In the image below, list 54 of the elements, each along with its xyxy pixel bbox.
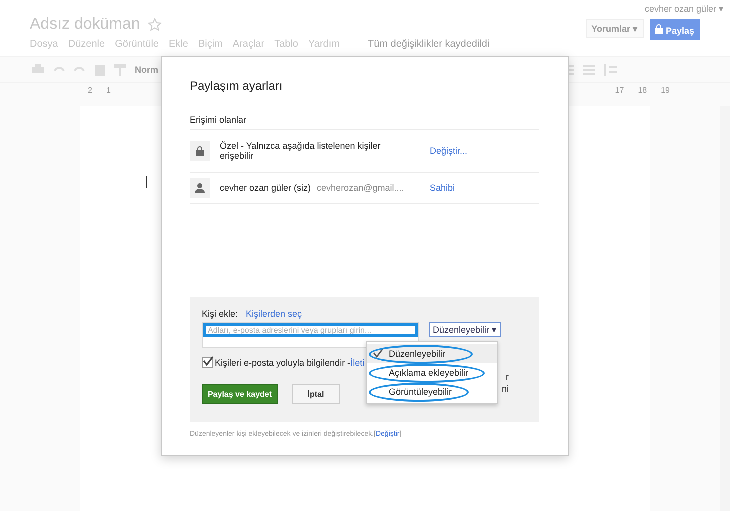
save-status: Tüm değişiklikler kaydedildi (368, 39, 490, 50)
printer-icon (32, 64, 44, 75)
permission-dropdown[interactable]: Düzenleyebilir ▾ (429, 322, 502, 337)
ruler-number: 17 (615, 86, 624, 97)
visibility-text: Özel - Yalnızca aşağıda listelenen kişiler erişebilir (220, 141, 381, 161)
menu-option[interactable]: Görüntüleyebilir (367, 382, 497, 401)
redo-icon (74, 64, 86, 74)
ruler-number: 19 (661, 86, 670, 97)
paint-roller-icon (114, 64, 126, 76)
checkmark-icon (203, 356, 214, 366)
cancel-button[interactable]: İptal (292, 384, 340, 404)
add-label: Kişi ekle: (202, 309, 238, 319)
menu-item[interactable]: Dosya (30, 39, 58, 50)
ruler-number: 18 (638, 86, 648, 97)
lock-icon (655, 24, 664, 34)
clipboard-icon (95, 64, 105, 76)
menu-item[interactable]: Görüntüle (115, 39, 159, 50)
ruler-number: 1 (106, 86, 111, 97)
share-save-button[interactable]: Paylaş ve kaydet (202, 384, 278, 404)
share-button[interactable]: Paylaş (650, 19, 700, 40)
menu-option[interactable]: Düzenleyebilir (367, 344, 497, 363)
email-text: cevherozan@gmail.... (317, 183, 404, 193)
star-icon (148, 18, 162, 32)
justify-icon (583, 64, 595, 74)
menu-item[interactable]: Biçim (198, 39, 223, 50)
comments-button[interactable]: Yorumlar ▾ (586, 19, 644, 38)
menu-option[interactable]: Açıklama ekleyebilir (367, 363, 497, 382)
notify-checkbox[interactable] (202, 357, 213, 368)
people-field[interactable]: Adları, e-posta adreslerini veya grupları girin... (202, 322, 419, 348)
change-link[interactable]: Değiştir... (430, 146, 468, 156)
partial-text: ni (502, 384, 510, 394)
menu-item[interactable]: Tablo (274, 39, 298, 50)
menu-item[interactable]: Yardım (308, 39, 340, 50)
person-icon (195, 183, 205, 193)
dialog-title: Paylaşım ayarları (190, 79, 284, 93)
lock-icon (196, 146, 204, 156)
style-select[interactable]: Norm (135, 64, 159, 74)
menu-item[interactable]: Ekle (168, 39, 188, 50)
message-link[interactable]: İleti (350, 358, 365, 368)
ruler-number: 2 (88, 86, 92, 97)
checkmark-icon (373, 348, 384, 358)
section-heading: Erişimi olanlar (190, 115, 539, 130)
text-cursor (146, 176, 147, 188)
notify-label: Kişileri e-posta yoluyla bilgilendir - (215, 358, 351, 368)
line-spacing-icon (604, 64, 620, 76)
user-name[interactable]: cevher ozan güler ▾ (644, 4, 724, 14)
person-name: cevher ozan güler (siz) (220, 183, 312, 193)
undo-icon (53, 64, 65, 74)
contacts-link[interactable]: Kişilerden seç (246, 309, 302, 319)
role-link[interactable]: Sahibi (430, 183, 456, 193)
menu-item[interactable]: Düzenle (68, 39, 106, 50)
partial-text: r (506, 372, 510, 382)
menu-item[interactable]: Araçlar (232, 39, 265, 50)
document-title: Adsız doküman (30, 16, 140, 34)
